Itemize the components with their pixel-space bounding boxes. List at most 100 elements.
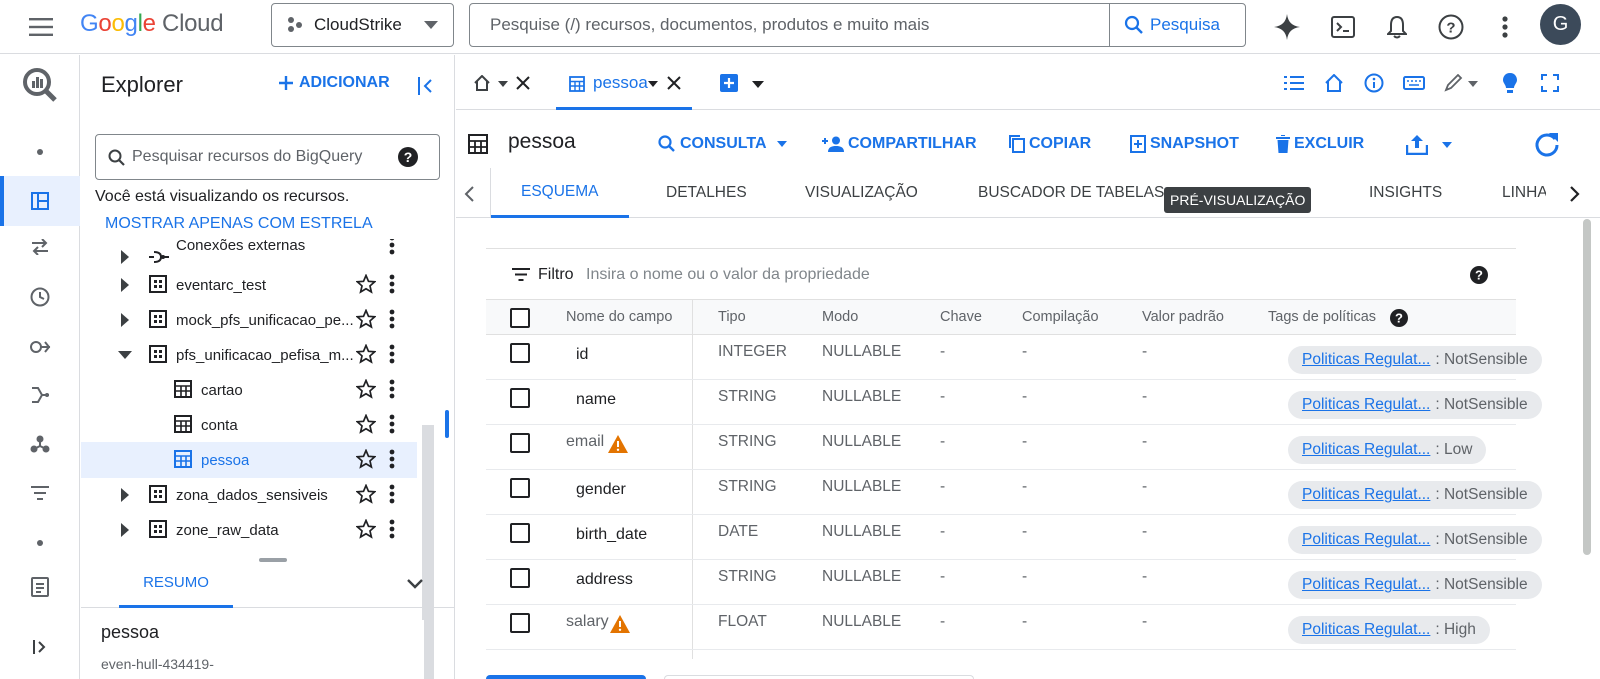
more-vert-icon[interactable] — [389, 309, 409, 331]
policy-tag-link[interactable]: Politicas Regulat... — [1302, 531, 1430, 549]
more-vert-icon[interactable] — [389, 449, 409, 471]
filter-help-icon[interactable]: ? — [1470, 266, 1488, 284]
show-starred-link[interactable]: MOSTRAR APENAS COM ESTRELA — [105, 215, 373, 233]
more-vert-icon[interactable] — [389, 344, 409, 366]
close-icon[interactable] — [667, 76, 681, 90]
data-transfer-icon[interactable] — [0, 225, 80, 269]
star-icon[interactable] — [356, 519, 378, 541]
column-header[interactable]: Chave — [940, 309, 982, 325]
tab-table-explorer[interactable]: BUSCADOR DE TABELAS — [978, 168, 1164, 218]
expand-arrow-icon[interactable] — [121, 313, 135, 327]
tab-summary[interactable]: RESUMO — [119, 560, 233, 608]
panel-resize-handle[interactable] — [445, 410, 449, 438]
home-icon[interactable] — [1325, 74, 1343, 92]
add-button[interactable]: ADICIONAR — [279, 74, 390, 92]
close-icon[interactable] — [516, 76, 530, 90]
policy-tag-link[interactable]: Politicas Regulat... — [1302, 576, 1430, 594]
rail-dot-icon[interactable] — [0, 130, 80, 174]
settings-tune-icon[interactable] — [0, 471, 80, 515]
policy-tag-link[interactable]: Politicas Regulat... — [1302, 396, 1430, 414]
tab-schema[interactable]: ESQUEMA — [491, 168, 629, 218]
more-vert-icon[interactable] — [389, 414, 409, 436]
tab-insights[interactable]: INSIGHTS — [1369, 168, 1442, 218]
column-header[interactable]: Tags de políticas — [1268, 309, 1376, 325]
tree-item-table[interactable]: conta — [81, 407, 417, 443]
gemini-sparkle-icon[interactable] — [1270, 10, 1304, 44]
expand-arrow-icon[interactable] — [121, 278, 135, 292]
cloud-shell-icon[interactable] — [1326, 10, 1360, 44]
chevron-down-icon[interactable] — [752, 81, 764, 88]
expand-arrow-icon[interactable] — [121, 488, 135, 502]
search-button[interactable]: Pesquisa — [1109, 4, 1246, 46]
more-vert-icon[interactable] — [389, 484, 409, 506]
tree-item-dataset-expanded[interactable]: pfs_unificacao_pefisa_m... — [81, 337, 417, 373]
tab-home[interactable] — [456, 55, 546, 110]
analytics-hub-icon[interactable] — [0, 325, 80, 369]
more-vert-icon[interactable] — [389, 379, 409, 401]
expand-arrow-icon[interactable] — [121, 523, 135, 537]
column-header[interactable]: Compilação — [1022, 309, 1099, 325]
more-vert-icon[interactable] — [1488, 10, 1522, 44]
policy-tags-help-icon[interactable]: ? — [1390, 309, 1408, 327]
secondary-action-button[interactable] — [664, 675, 974, 679]
star-icon[interactable] — [356, 484, 378, 506]
star-icon[interactable] — [356, 309, 378, 331]
rail-dot-icon-2[interactable] — [0, 521, 80, 565]
row-checkbox[interactable] — [510, 613, 530, 633]
avatar[interactable]: G — [1540, 4, 1581, 45]
row-checkbox[interactable] — [510, 568, 530, 588]
row-checkbox[interactable] — [510, 343, 530, 363]
tree-item-table[interactable]: cartao — [81, 372, 417, 408]
tree-item-dataset[interactable]: eventarc_test — [81, 267, 417, 303]
column-header[interactable]: Modo — [822, 309, 858, 325]
edit-pen-icon[interactable] — [1444, 74, 1464, 92]
chevron-left-icon[interactable] — [464, 186, 474, 202]
collapse-arrow-icon[interactable] — [118, 351, 132, 365]
list-icon[interactable] — [1284, 75, 1304, 91]
refresh-icon[interactable] — [1534, 132, 1560, 158]
lightbulb-icon[interactable] — [1502, 72, 1518, 94]
star-icon[interactable] — [356, 379, 378, 401]
policy-tag-link[interactable]: Politicas Regulat... — [1302, 621, 1430, 639]
select-all-checkbox[interactable] — [510, 308, 530, 328]
more-vert-icon[interactable] — [389, 239, 409, 257]
fullscreen-icon[interactable] — [1541, 74, 1559, 92]
row-checkbox[interactable] — [510, 433, 530, 453]
tree-item-dataset[interactable]: mock_pfs_unificacao_pe... — [81, 302, 417, 338]
expand-arrow-icon[interactable] — [121, 250, 135, 264]
tree-item-dataset[interactable]: zona_dados_sensiveis — [81, 477, 417, 513]
tab-visualization[interactable]: VISUALIZAÇÃO — [805, 168, 918, 218]
column-header[interactable]: Tipo — [718, 309, 746, 325]
explorer-search-input[interactable] — [132, 135, 392, 179]
tree-item-dataset[interactable]: zone_raw_data — [81, 512, 417, 548]
new-tab-plus-icon[interactable] — [720, 74, 738, 92]
info-icon[interactable] — [1364, 73, 1384, 93]
column-header[interactable]: Valor padrão — [1142, 309, 1224, 325]
query-button[interactable]: CONSULTA — [658, 135, 787, 153]
row-checkbox[interactable] — [510, 523, 530, 543]
delete-button[interactable]: EXCLUIR — [1276, 135, 1364, 153]
keyboard-icon[interactable] — [1403, 76, 1425, 90]
summary-scrollbar[interactable] — [424, 608, 434, 679]
chevron-down-icon[interactable] — [403, 572, 427, 596]
main-scrollbar[interactable] — [1583, 219, 1591, 555]
dataform-pipeline-icon[interactable] — [0, 373, 80, 417]
policy-tag-link[interactable]: Politicas Regulat... — [1302, 441, 1430, 459]
expand-rail-icon[interactable] — [0, 625, 80, 669]
tab-pessoa[interactable]: pessoa — [556, 55, 692, 110]
notifications-bell-icon[interactable] — [1380, 10, 1414, 44]
policy-tag-link[interactable]: Politicas Regulat... — [1302, 351, 1430, 369]
google-cloud-logo[interactable]: Google Cloud — [80, 10, 224, 38]
share-button[interactable]: COMPARTILHAR — [822, 135, 977, 153]
tab-lineage[interactable]: LINHA — [1502, 168, 1546, 218]
project-picker[interactable]: CloudStrike — [271, 3, 454, 47]
star-icon[interactable] — [356, 449, 378, 471]
star-icon[interactable] — [356, 344, 378, 366]
partner-center-icon[interactable] — [0, 422, 80, 466]
tab-details[interactable]: DETALHES — [666, 168, 747, 218]
copy-button[interactable]: COPIAR — [1009, 135, 1091, 153]
star-icon[interactable] — [356, 414, 378, 436]
chevron-down-icon[interactable] — [648, 81, 658, 87]
studio-icon[interactable] — [0, 176, 80, 226]
tree-item-table-selected[interactable]: pessoa — [81, 442, 417, 478]
